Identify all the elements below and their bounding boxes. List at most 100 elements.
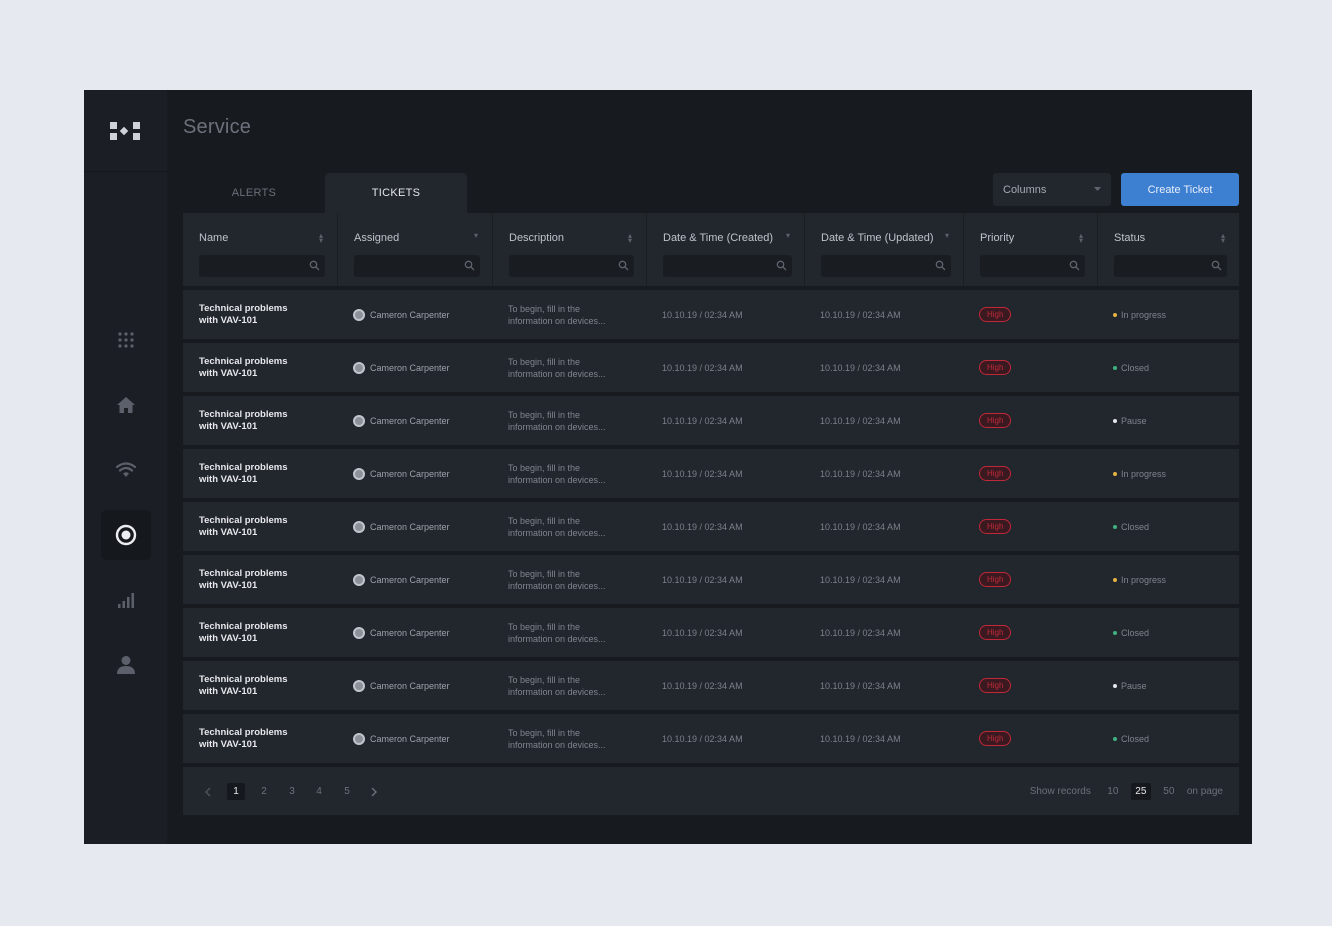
records-option-50[interactable]: 50 <box>1159 783 1179 800</box>
ticket-name[interactable]: Technical problems with VAV-101 <box>199 449 329 498</box>
page-button-5[interactable]: 5 <box>338 783 356 800</box>
chevron-left-icon <box>205 787 211 796</box>
description-line2: information on devices... <box>508 527 606 538</box>
sort-icon[interactable]: ▾ <box>945 232 951 243</box>
logo[interactable] <box>84 90 167 172</box>
column-label: Priority <box>980 232 1015 244</box>
column-label: Name <box>199 232 229 244</box>
column-header-priority[interactable]: Priority ▴ ▾ <box>964 213 1098 286</box>
table-header: Name ▴ ▾ Assigned ▾ Description ▴ ▾ Date… <box>183 213 1239 286</box>
ticket-created: 10.10.19 / 02:34 AM <box>662 309 743 320</box>
page-button-4[interactable]: 4 <box>310 783 328 800</box>
assignee-name: Cameron Carpenter <box>370 309 450 320</box>
column-header-assigned[interactable]: Assigned ▾ <box>338 213 493 286</box>
nav-profile[interactable] <box>101 640 151 690</box>
assignee-name: Cameron Carpenter <box>370 574 450 585</box>
sort-icon[interactable]: ▴ ▾ <box>1079 232 1085 245</box>
ticket-assignee[interactable]: Cameron Carpenter <box>353 608 493 657</box>
ticket-created: 10.10.19 / 02:34 AM <box>662 521 743 532</box>
sort-icon[interactable]: ▴ ▾ <box>319 232 325 245</box>
ticket-created: 10.10.19 / 02:34 AM <box>662 468 743 479</box>
status-dot <box>1113 683 1117 688</box>
ticket-name-line1: Technical problems <box>199 673 288 685</box>
ticket-status: In progress <box>1113 290 1223 339</box>
table-row[interactable]: Technical problems with VAV-101 Cameron Ca… <box>183 449 1239 498</box>
nav-target[interactable] <box>101 510 151 560</box>
ticket-name[interactable]: Technical problems with VAV-101 <box>199 714 329 763</box>
column-header-name[interactable]: Name ▴ ▾ <box>183 213 338 286</box>
nav-apps[interactable] <box>101 315 151 365</box>
nav-analytics[interactable] <box>101 575 151 625</box>
ticket-assignee[interactable]: Cameron Carpenter <box>353 396 493 445</box>
table-row[interactable]: Technical problems with VAV-101 Cameron Ca… <box>183 343 1239 392</box>
filter-input-priority[interactable] <box>980 255 1085 277</box>
ticket-assignee[interactable]: Cameron Carpenter <box>353 343 493 392</box>
ticket-assignee[interactable]: Cameron Carpenter <box>353 555 493 604</box>
table-row[interactable]: Technical problems with VAV-101 Cameron Ca… <box>183 396 1239 445</box>
filter-input-created[interactable] <box>663 255 792 277</box>
ticket-name[interactable]: Technical problems with VAV-101 <box>199 661 329 710</box>
assignee-name: Cameron Carpenter <box>370 680 450 691</box>
filter-input-updated[interactable] <box>821 255 951 277</box>
ticket-name[interactable]: Technical problems with VAV-101 <box>199 555 329 604</box>
avatar <box>353 467 365 480</box>
records-per-page: Show records 10 25 50 on page <box>1030 783 1223 800</box>
records-option-25[interactable]: 25 <box>1130 783 1151 800</box>
table-row[interactable]: Technical problems with VAV-101 Cameron Ca… <box>183 714 1239 763</box>
prev-page-button[interactable] <box>199 783 217 800</box>
ticket-name-line1: Technical problems <box>199 461 288 473</box>
target-icon <box>115 524 137 546</box>
sort-icon[interactable]: ▴ ▾ <box>628 232 634 245</box>
page-button-2[interactable]: 2 <box>255 783 273 800</box>
filter-input-status[interactable] <box>1114 255 1227 277</box>
search-icon <box>935 260 946 271</box>
column-header-description[interactable]: Description ▴ ▾ <box>493 213 647 286</box>
page-button-3[interactable]: 3 <box>283 783 301 800</box>
filter-input-name[interactable] <box>199 255 325 277</box>
create-ticket-button[interactable]: Create Ticket <box>1121 173 1239 206</box>
ticket-assignee[interactable]: Cameron Carpenter <box>353 449 493 498</box>
ticket-created: 10.10.19 / 02:34 AM <box>662 680 743 691</box>
ticket-assignee[interactable]: Cameron Carpenter <box>353 714 493 763</box>
ticket-assignee[interactable]: Cameron Carpenter <box>353 502 493 551</box>
table-row[interactable]: Technical problems with VAV-101 Cameron Ca… <box>183 290 1239 339</box>
filter-input-description[interactable] <box>509 255 634 277</box>
page-button-1[interactable]: 1 <box>227 783 245 800</box>
columns-dropdown[interactable]: Columns <box>993 173 1111 206</box>
table-row[interactable]: Technical problems with VAV-101 Cameron Ca… <box>183 555 1239 604</box>
tab-tickets[interactable]: TICKETS <box>325 173 467 213</box>
ticket-assignee[interactable]: Cameron Carpenter <box>353 661 493 710</box>
records-option-10[interactable]: 10 <box>1103 783 1123 800</box>
table-row[interactable]: Technical problems with VAV-101 Cameron Ca… <box>183 608 1239 657</box>
ticket-updated: 10.10.19 / 02:34 AM <box>820 521 901 532</box>
sort-icon[interactable]: ▾ <box>786 232 792 243</box>
sort-icon[interactable]: ▴ ▾ <box>1221 232 1227 245</box>
ticket-name[interactable]: Technical problems with VAV-101 <box>199 396 329 445</box>
filter-input-assigned[interactable] <box>354 255 480 277</box>
table-row[interactable]: Technical problems with VAV-101 Cameron Ca… <box>183 502 1239 551</box>
column-header-updated[interactable]: Date & Time (Updated) ▾ <box>805 213 964 286</box>
ticket-name[interactable]: Technical problems with VAV-101 <box>199 608 329 657</box>
status-text: In progress <box>1121 309 1167 320</box>
sort-icon[interactable]: ▾ <box>474 232 480 243</box>
column-header-created[interactable]: Date & Time (Created) ▾ <box>647 213 805 286</box>
column-header-status[interactable]: Status ▴ ▾ <box>1098 213 1239 286</box>
tab-alerts[interactable]: ALERTS <box>183 173 325 213</box>
ticket-name[interactable]: Technical problems with VAV-101 <box>199 343 329 392</box>
tickets-table: Name ▴ ▾ Assigned ▾ Description ▴ ▾ Date… <box>183 213 1239 767</box>
ticket-name[interactable]: Technical problems with VAV-101 <box>199 502 329 551</box>
ticket-description: To begin, fill in the information on devi… <box>508 290 628 339</box>
ticket-created: 10.10.19 / 02:34 AM <box>662 627 743 638</box>
next-page-button[interactable] <box>365 783 383 800</box>
nav-wifi[interactable] <box>101 445 151 495</box>
ticket-assignee[interactable]: Cameron Carpenter <box>353 290 493 339</box>
search-icon <box>1211 260 1222 271</box>
nav-home[interactable] <box>101 380 151 430</box>
ticket-description: To begin, fill in the information on devi… <box>508 661 628 710</box>
ticket-name-line2: with VAV-101 <box>199 420 258 432</box>
logo-icon <box>109 121 140 140</box>
table-row[interactable]: Technical problems with VAV-101 Cameron Ca… <box>183 661 1239 710</box>
ticket-priority: High <box>979 449 1059 498</box>
ticket-created: 10.10.19 / 02:34 AM <box>662 415 743 426</box>
ticket-name[interactable]: Technical problems with VAV-101 <box>199 290 329 339</box>
